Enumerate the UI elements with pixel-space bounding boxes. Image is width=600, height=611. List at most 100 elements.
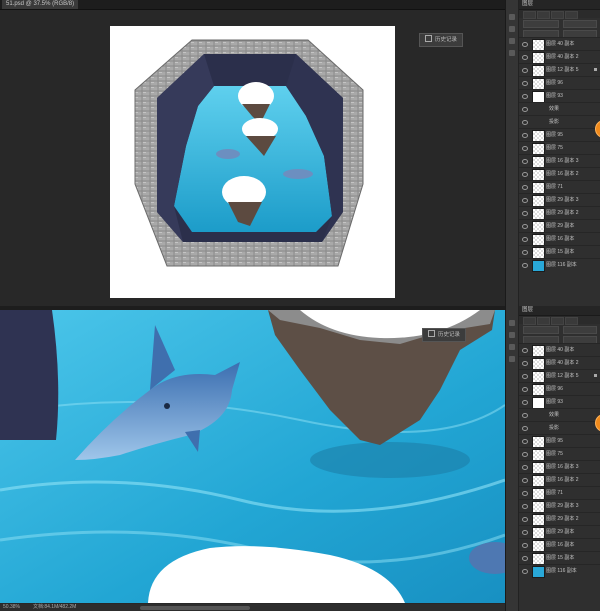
zoomed-workspace[interactable]: 历史记录 50.38% 文档:84.1M/482.2M [0,306,505,611]
tool-icon[interactable] [509,344,515,350]
zoom-level[interactable]: 50.38% [3,604,20,610]
eye-icon[interactable] [522,426,528,431]
eye-icon[interactable] [522,250,528,255]
eye-icon[interactable] [522,465,528,470]
tool-icon[interactable] [509,356,515,362]
layer-row[interactable]: 图层 29 副本 3 [519,499,600,513]
eye-icon[interactable] [522,159,528,164]
layer-row[interactable]: 效果 [519,408,600,421]
layer-row[interactable]: 图层 93 [519,89,600,103]
blend-mode-select[interactable] [523,20,559,28]
layer-row[interactable]: 图层 96 [519,382,600,396]
eye-icon[interactable] [522,374,528,379]
layer-row[interactable]: 图层 15 副本 [519,551,600,565]
tool-icon[interactable] [509,38,515,44]
eye-icon[interactable] [522,237,528,242]
layer-row[interactable]: 图层 116 副本 [519,564,600,578]
eye-icon[interactable] [522,556,528,561]
layer-row[interactable]: 图层 40 副本 2 [519,50,600,64]
eye-icon[interactable] [522,491,528,496]
eye-icon[interactable] [522,185,528,190]
layer-row[interactable]: 图层 16 副本 [519,232,600,246]
tool-icon[interactable] [509,14,515,20]
layer-row[interactable]: 图层 40 副本 [519,343,600,357]
eye-icon[interactable] [522,439,528,444]
eye-icon[interactable] [522,133,528,138]
layer-row[interactable]: 图层 93 [519,395,600,409]
layer-row[interactable]: 图层 12 副本 5 [519,63,600,77]
eye-icon[interactable] [522,224,528,229]
layer-row[interactable]: 图层 116 副本 [519,258,600,272]
layer-row[interactable]: 图层 96 [519,76,600,90]
history-button[interactable]: 历史记录 [422,328,467,342]
document-tab[interactable]: 51.psd @ 37.5% (RGB/8) [2,0,79,9]
layer-row[interactable]: 投影 [519,115,600,128]
eye-icon[interactable] [522,68,528,73]
document-workspace[interactable]: 51.psd @ 37.5% (RGB/8) 历史记录 [0,0,505,306]
eye-icon[interactable] [522,146,528,151]
opacity-field[interactable] [563,326,597,334]
eye-icon[interactable] [522,530,528,535]
eye-icon[interactable] [522,120,528,125]
horizontal-scrollbar[interactable] [140,606,250,610]
layer-row[interactable]: 图层 16 副本 2 [519,167,600,181]
panel-toolstrip [506,0,519,306]
layer-row[interactable]: 图层 16 副本 2 [519,473,600,487]
layer-row[interactable]: 图层 71 [519,180,600,194]
eye-icon[interactable] [522,452,528,457]
eye-icon[interactable] [522,94,528,99]
tool-icon[interactable] [509,320,515,326]
tool-icon[interactable] [509,26,515,32]
layer-row[interactable]: 图层 15 副本 [519,245,600,259]
document-canvas[interactable] [110,26,395,298]
layer-name: 投影 [549,425,560,431]
layer-row[interactable]: 图层 16 副本 [519,538,600,552]
layer-row[interactable]: 图层 29 副本 [519,219,600,233]
layer-row[interactable]: 图层 75 [519,447,600,461]
eye-icon[interactable] [522,517,528,522]
eye-icon[interactable] [522,504,528,509]
layer-name: 图层 40 副本 2 [546,360,579,366]
document-tab-bar: 51.psd @ 37.5% (RGB/8) [0,0,505,10]
eye-icon[interactable] [522,42,528,47]
tool-icon[interactable] [509,332,515,338]
history-button[interactable]: 历史记录 [419,33,464,47]
layer-row[interactable]: 图层 16 副本 3 [519,154,600,168]
layer-name: 图层 93 [546,399,563,405]
eye-icon[interactable] [522,107,528,112]
blend-mode-select[interactable] [523,326,559,334]
eye-icon[interactable] [522,478,528,483]
layer-name: 图层 29 副本 3 [546,503,579,509]
layer-row[interactable]: 效果 [519,102,600,115]
layer-row[interactable]: 图层 95 [519,128,600,142]
layer-row[interactable]: 图层 29 副本 3 [519,193,600,207]
eye-icon[interactable] [522,569,528,574]
layer-row[interactable]: 图层 95 [519,434,600,448]
eye-icon[interactable] [522,81,528,86]
layer-name: 图层 16 副本 [546,542,575,548]
eye-icon[interactable] [522,198,528,203]
opacity-field[interactable] [563,20,597,28]
eye-icon[interactable] [522,543,528,548]
zoomed-canvas[interactable] [0,310,505,603]
eye-icon[interactable] [522,400,528,405]
layer-row[interactable]: 图层 71 [519,486,600,500]
layer-row[interactable]: 图层 75 [519,141,600,155]
eye-icon[interactable] [522,172,528,177]
eye-icon[interactable] [522,348,528,353]
layer-row[interactable]: 图层 29 副本 [519,525,600,539]
layer-row[interactable]: 图层 29 副本 2 [519,206,600,220]
eye-icon[interactable] [522,263,528,268]
eye-icon[interactable] [522,55,528,60]
layer-row[interactable]: 图层 40 副本 2 [519,356,600,370]
layer-row[interactable]: 图层 16 副本 3 [519,460,600,474]
eye-icon[interactable] [522,361,528,366]
layer-row[interactable]: 投影 [519,421,600,434]
layer-row[interactable]: 图层 29 副本 2 [519,512,600,526]
tool-icon[interactable] [509,50,515,56]
eye-icon[interactable] [522,211,528,216]
eye-icon[interactable] [522,387,528,392]
layer-row[interactable]: 图层 12 副本 5 [519,369,600,383]
eye-icon[interactable] [522,413,528,418]
layer-row[interactable]: 图层 40 副本 [519,37,600,51]
